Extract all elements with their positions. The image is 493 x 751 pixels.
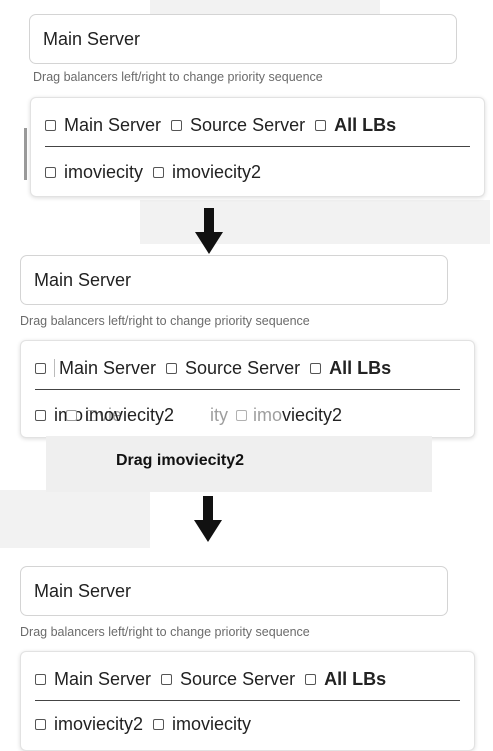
checkbox-icon[interactable] <box>153 718 165 730</box>
option-label-fragment: viecity2 <box>282 404 343 425</box>
option-label: imoviecity <box>64 161 144 182</box>
input-value: Main Server <box>34 269 132 290</box>
balancer-option[interactable]: imoviecity2 <box>153 162 261 183</box>
checkbox-icon[interactable] <box>35 718 46 730</box>
balancer-option[interactable]: imoviecity2 <box>35 714 143 735</box>
faint-background-block <box>0 490 150 548</box>
load-balancer-input[interactable]: Main Server <box>20 566 448 616</box>
input-value: Main Server <box>34 580 132 601</box>
option-label: Main Server <box>64 114 162 135</box>
checkbox-icon[interactable] <box>171 119 183 131</box>
checkbox-icon[interactable] <box>310 362 322 374</box>
option-label: All LBs <box>334 114 397 135</box>
row-separator <box>35 389 460 390</box>
input-value: Main Server <box>43 28 141 49</box>
balancer-option[interactable]: Source Server <box>171 115 305 136</box>
balancer-row-1: Main Server Source Server All LBs <box>35 665 462 693</box>
balancer-option-all[interactable]: All LBs <box>315 115 396 136</box>
down-arrow-icon <box>195 208 223 254</box>
load-balancer-input[interactable]: Main Server <box>29 14 457 64</box>
balancer-list: Main Server Source Server All LBs imovie… <box>30 97 485 197</box>
option-label: All LBs <box>324 668 387 689</box>
load-balancer-input[interactable]: Main Server <box>20 255 448 305</box>
checkbox-icon[interactable] <box>35 409 46 421</box>
drag-hint: Drag balancers left/right to change prio… <box>20 314 310 328</box>
checkbox-icon[interactable] <box>45 166 56 178</box>
balancer-list: Main Server Source Server All LBs imovie… <box>20 651 475 751</box>
balancer-row-1: Main Server Source Server All LBs <box>35 354 462 382</box>
drag-hint: Drag balancers left/right to change prio… <box>33 70 323 84</box>
balancer-option-all[interactable]: All LBs <box>305 669 386 690</box>
dragged-balancer-item[interactable]: imoviecity2 <box>66 401 174 429</box>
down-arrow-icon <box>194 496 222 542</box>
divider-mark <box>24 128 27 180</box>
dragged-label: imoviecity2 <box>85 404 175 425</box>
checkbox-icon[interactable] <box>305 673 317 685</box>
balancer-option[interactable]: Source Server <box>161 669 295 690</box>
checkbox-icon[interactable] <box>35 362 46 374</box>
balancer-option[interactable]: imoviecity <box>45 162 143 183</box>
checkbox-icon[interactable] <box>166 362 178 374</box>
row-separator <box>45 146 470 147</box>
balancer-row-1: Main Server Source Server All LBs <box>45 111 472 139</box>
ghost-label-fragment: ity <box>210 404 229 425</box>
checkbox-icon[interactable] <box>35 673 46 685</box>
ghost-checkbox-icon <box>236 409 248 421</box>
balancer-option[interactable]: Source Server <box>166 358 300 379</box>
balancer-row-2: imoviecity2 imoviecity <box>35 710 462 738</box>
balancer-option[interactable]: Main Server <box>35 358 156 379</box>
checkbox-icon[interactable] <box>45 119 56 131</box>
drag-hint: Drag balancers left/right to change prio… <box>20 625 310 639</box>
checkbox-icon[interactable] <box>153 166 165 178</box>
faint-background-block <box>140 200 490 244</box>
option-label: Source Server <box>185 357 301 378</box>
checkbox-icon <box>66 409 77 421</box>
option-label: All LBs <box>329 357 392 378</box>
option-label: Main Server <box>54 668 152 689</box>
balancer-option[interactable]: imoviecity <box>153 714 251 735</box>
balancer-option[interactable]: Main Server <box>45 115 161 136</box>
ghost-label-fragment: imo <box>253 404 283 425</box>
drop-caret <box>54 359 55 377</box>
option-label: imoviecity2 <box>172 161 262 182</box>
checkbox-icon[interactable] <box>315 119 327 131</box>
option-label: imoviecity <box>172 713 252 734</box>
option-label: Main Server <box>59 357 157 378</box>
drag-caption: Drag imoviecity2 <box>116 452 245 469</box>
checkbox-icon[interactable] <box>161 673 173 685</box>
row-separator <box>35 700 460 701</box>
balancer-option-all[interactable]: All LBs <box>310 358 391 379</box>
option-label: Source Server <box>180 668 296 689</box>
option-label: Source Server <box>190 114 306 135</box>
option-label: imoviecity2 <box>54 713 144 734</box>
balancer-row-2: imoviecity imoviecity2 <box>45 158 472 186</box>
balancer-option[interactable]: Main Server <box>35 669 151 690</box>
